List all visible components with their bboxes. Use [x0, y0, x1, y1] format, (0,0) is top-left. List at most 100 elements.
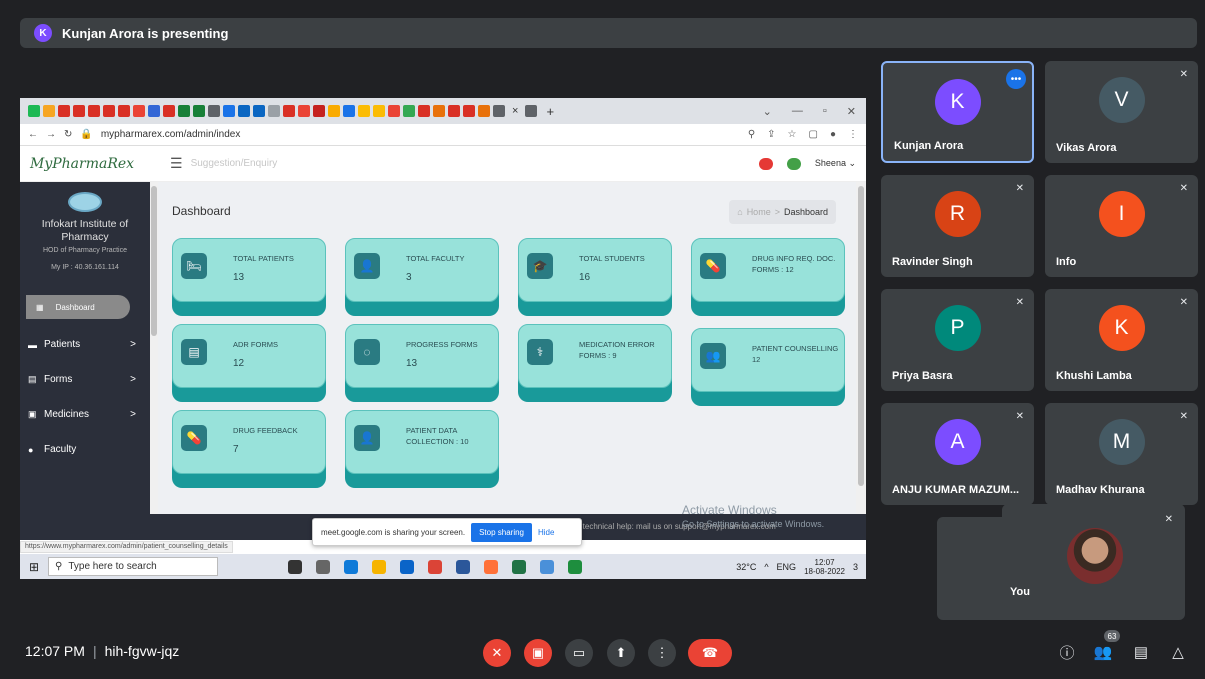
- new-tab-button[interactable]: +: [546, 104, 554, 119]
- minimize-icon[interactable]: —: [792, 105, 803, 118]
- main-scrollbar[interactable]: [856, 182, 866, 514]
- tab-favicon[interactable]: [358, 105, 370, 117]
- tab-favicon[interactable]: [133, 105, 145, 117]
- meeting-code[interactable]: hih-fgvw-jqz: [105, 643, 180, 659]
- tab-favicon[interactable]: [373, 105, 385, 117]
- stat-card-adr-forms[interactable]: ▤ ADR FORMS 12: [172, 324, 326, 402]
- close-icon[interactable]: ✕: [847, 105, 856, 118]
- present-button[interactable]: ⬆: [607, 639, 635, 667]
- share-icon[interactable]: ⇪: [767, 129, 775, 140]
- participant-tile[interactable]: I ✕ Info: [1045, 175, 1198, 277]
- message-icon[interactable]: [786, 157, 801, 170]
- participant-tile[interactable]: P ✕ Priya Basra: [881, 289, 1034, 391]
- activities-button[interactable]: △: [1165, 639, 1191, 665]
- user-menu[interactable]: Sheena ⌄: [815, 158, 856, 169]
- app-logo[interactable]: MyPharmaRex: [30, 156, 170, 172]
- language[interactable]: ENG: [777, 562, 797, 572]
- cortana-icon[interactable]: [288, 559, 302, 574]
- stat-card-patient-counselling[interactable]: 👥 PATIENT COUNSELLING 12: [691, 328, 845, 406]
- tab-favicon[interactable]: [193, 105, 205, 117]
- clock[interactable]: 12:07 18-08-2022: [804, 558, 845, 576]
- breadcrumb-home[interactable]: Home: [747, 207, 771, 217]
- word-icon[interactable]: [456, 559, 470, 574]
- tab-favicon[interactable]: [313, 105, 325, 117]
- taskbar-search[interactable]: ⚲ Type here to search: [48, 557, 218, 576]
- tab-favicon[interactable]: [223, 105, 235, 117]
- notification-badge[interactable]: 3: [853, 562, 858, 572]
- maximize-icon[interactable]: ▫: [823, 105, 827, 118]
- tab-favicon[interactable]: [103, 105, 115, 117]
- tab-favicon[interactable]: [283, 105, 295, 117]
- notification-icon[interactable]: [758, 157, 773, 170]
- tab-favicon[interactable]: [433, 105, 445, 117]
- stat-card-patient-data-collection[interactable]: 👤 PATIENT DATA COLLECTION : 10: [345, 410, 499, 488]
- camera-toggle-button[interactable]: ▣: [524, 639, 552, 667]
- windows-start-icon[interactable]: ⊞: [20, 560, 48, 574]
- tab-favicon[interactable]: [28, 105, 40, 117]
- stat-card-total-patients[interactable]: 🛏 TOTAL PATIENTS 13: [172, 238, 326, 316]
- tab-favicon[interactable]: [43, 105, 55, 117]
- url-field[interactable]: mypharmarex.com/admin/index: [101, 129, 241, 140]
- mail-icon[interactable]: [400, 559, 414, 574]
- participant-tile[interactable]: M ✕ Madhav Khurana: [1045, 403, 1198, 505]
- tab-favicon[interactable]: [58, 105, 70, 117]
- stat-card-drug-info[interactable]: 💊 DRUG INFO REQ. DOC. FORMS : 12: [691, 238, 845, 316]
- sidebar-item-faculty[interactable]: ● Faculty: [20, 432, 150, 467]
- participant-tile[interactable]: A ✕ ANJU KUMAR MAZUM...: [881, 403, 1034, 505]
- sidebar-icon[interactable]: ▢: [809, 129, 818, 140]
- explorer-icon[interactable]: [372, 559, 386, 574]
- profile-icon[interactable]: ●: [830, 129, 836, 140]
- chrome-icon[interactable]: [428, 559, 442, 574]
- participant-tile[interactable]: V ✕ Vikas Arora: [1045, 61, 1198, 163]
- sidebar-item-patients[interactable]: ▬ Patients >: [20, 327, 150, 362]
- more-options-icon[interactable]: •••: [1006, 69, 1026, 89]
- stat-card-progress-forms[interactable]: ◌ PROGRESS FORMS 13: [345, 324, 499, 402]
- stat-card-total-students[interactable]: 🎓 TOTAL STUDENTS 16: [518, 238, 672, 316]
- participant-tile[interactable]: K ••• Kunjan Arora: [881, 61, 1034, 163]
- stat-card-medication-error[interactable]: ⚕ MEDICATION ERROR FORMS : 9: [518, 324, 672, 402]
- participant-tile[interactable]: K ✕ Khushi Lamba: [1045, 289, 1198, 391]
- tab-favicon[interactable]: [163, 105, 175, 117]
- stop-sharing-button[interactable]: Stop sharing: [471, 522, 532, 542]
- tab-favicon[interactable]: [343, 105, 355, 117]
- tab-favicon[interactable]: [88, 105, 100, 117]
- hide-button[interactable]: Hide: [538, 528, 554, 537]
- chevron-up-icon[interactable]: ^: [764, 562, 768, 572]
- task-view-icon[interactable]: [316, 559, 330, 574]
- tab-favicon[interactable]: [328, 105, 340, 117]
- tab-favicon[interactable]: [403, 105, 415, 117]
- stat-card-drug-feedback[interactable]: 💊 DRUG FEEDBACK 7: [172, 410, 326, 488]
- forward-icon[interactable]: →: [46, 129, 56, 140]
- mic-toggle-button[interactable]: ✕: [483, 639, 511, 667]
- tab-favicon[interactable]: [525, 105, 538, 117]
- chat-button[interactable]: ▤: [1128, 639, 1154, 665]
- meeting-details-button[interactable]: ⓘ: [1054, 639, 1080, 665]
- weather-temp[interactable]: 32°C: [736, 562, 756, 572]
- tab-favicon[interactable]: [478, 105, 490, 117]
- star-icon[interactable]: ☆: [788, 129, 797, 140]
- people-button[interactable]: 👥: [1090, 639, 1116, 665]
- participant-tile[interactable]: R ✕ Ravinder Singh: [881, 175, 1034, 277]
- back-icon[interactable]: ←: [28, 129, 38, 140]
- tab-favicon[interactable]: [448, 105, 460, 117]
- sidebar-item-forms[interactable]: ▤ Forms >: [20, 362, 150, 397]
- suggestion-link[interactable]: Suggestion/Enquiry: [191, 158, 278, 169]
- app-icon[interactable]: [568, 559, 582, 574]
- tab-favicon[interactable]: [268, 105, 280, 117]
- reload-icon[interactable]: ↻: [64, 129, 72, 140]
- tab-favicon[interactable]: [118, 105, 130, 117]
- app-icon[interactable]: [540, 559, 554, 574]
- tab-close-icon[interactable]: ×: [512, 105, 518, 117]
- tab-favicon[interactable]: [208, 105, 220, 117]
- tab-favicon[interactable]: [148, 105, 160, 117]
- zoom-icon[interactable]: ⚲: [748, 129, 755, 140]
- tab-favicon[interactable]: [463, 105, 475, 117]
- stat-card-total-faculty[interactable]: 👤 TOTAL FACULTY 3: [345, 238, 499, 316]
- captions-button[interactable]: ▭: [565, 639, 593, 667]
- excel-icon[interactable]: [512, 559, 526, 574]
- tab-favicon[interactable]: [298, 105, 310, 117]
- chevron-down-icon[interactable]: ⌄: [763, 105, 772, 118]
- sidebar-scrollbar[interactable]: [150, 182, 158, 514]
- tab-favicon[interactable]: [493, 105, 505, 117]
- sidebar-item-medicines[interactable]: ▣ Medicines >: [20, 397, 150, 432]
